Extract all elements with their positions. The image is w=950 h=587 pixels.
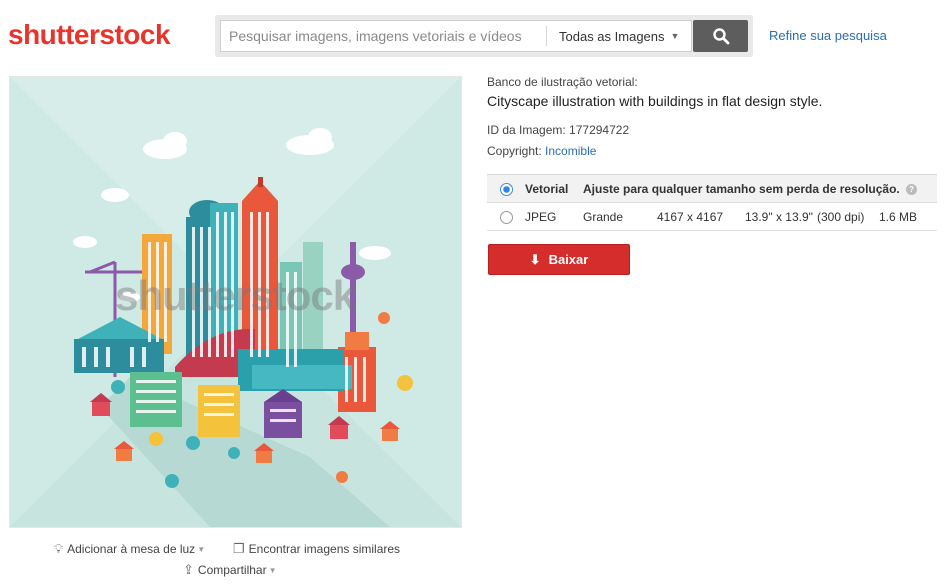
copyright-row: Copyright: Incomible: [487, 144, 596, 158]
search-input[interactable]: [220, 20, 546, 52]
share-label: Compartilhar: [197, 563, 267, 577]
share-button[interactable]: ⇪ Compartilhar ▼: [183, 562, 277, 578]
chevron-down-icon: ▼: [197, 544, 206, 554]
jpeg-format: JPEG: [525, 209, 557, 224]
help-icon[interactable]: ?: [906, 183, 918, 195]
similar-images-icon: ❐: [233, 541, 245, 556]
image-preview[interactable]: shutterstock: [9, 76, 462, 528]
jpeg-pixels: 4167 x 4167: [657, 209, 724, 224]
download-label: Baixar: [548, 252, 589, 267]
search-button[interactable]: [693, 20, 748, 52]
select-divider: [546, 26, 547, 46]
vector-format: Vetorial: [525, 174, 583, 203]
search-icon: [712, 28, 729, 45]
image-title: Cityscape illustration with buildings in…: [487, 93, 823, 109]
lightbulb-icon: 💡︎: [54, 541, 64, 556]
category-select[interactable]: Todas as Imagens ▼: [546, 20, 692, 52]
share-icon: ⇪: [183, 562, 194, 577]
image-watermark: shutterstock: [115, 272, 356, 319]
download-options-table: Vetorial Ajuste para qualquer tamanho se…: [487, 174, 937, 231]
vector-description: Ajuste para qualquer tamanho sem perda d…: [583, 181, 900, 196]
image-id-label: ID da Imagem:: [487, 123, 566, 137]
copyright-owner-link[interactable]: Incomible: [545, 144, 596, 158]
jpeg-print-size: 13.9" x 13.9": [745, 209, 813, 224]
image-id-row: ID da Imagem: 177294722: [487, 123, 629, 137]
jpeg-dpi: (300 dpi): [817, 209, 865, 224]
jpeg-size-name: Grande: [583, 209, 624, 224]
category-select-value: Todas as Imagens: [559, 28, 665, 44]
find-similar-label: Encontrar imagens similares: [248, 542, 401, 556]
refine-search-link[interactable]: Refine sua pesquisa: [769, 28, 887, 43]
add-to-lightbox-label: Adicionar à mesa de luz: [67, 542, 196, 556]
vector-radio[interactable]: [499, 182, 513, 196]
find-similar-button[interactable]: ❐ Encontrar imagens similares: [233, 541, 400, 557]
jpeg-radio[interactable]: [499, 210, 513, 224]
download-icon: ⬇: [529, 251, 541, 267]
shutterstock-logo[interactable]: shutterstock: [8, 18, 171, 52]
image-category: Banco de ilustração vetorial:: [487, 75, 638, 89]
logo-text: shutterstock: [8, 19, 171, 50]
image-id-value: 177294722: [569, 123, 630, 137]
add-to-lightbox-button[interactable]: 💡︎ Adicionar à mesa de luz ▼: [54, 541, 205, 557]
search-bar: Todas as Imagens ▼: [215, 15, 753, 57]
option-row-vector[interactable]: Vetorial Ajuste para qualquer tamanho se…: [487, 174, 937, 203]
jpeg-filesize: 1.6 MB: [879, 209, 918, 224]
option-row-jpeg[interactable]: JPEG Grande 4167 x 4167 13.9" x 13.9" (3…: [487, 203, 937, 231]
chevron-down-icon: ▼: [670, 31, 680, 41]
copyright-label: Copyright:: [487, 144, 542, 158]
download-button[interactable]: ⬇ Baixar: [488, 244, 630, 275]
chevron-down-icon: ▼: [268, 565, 277, 575]
